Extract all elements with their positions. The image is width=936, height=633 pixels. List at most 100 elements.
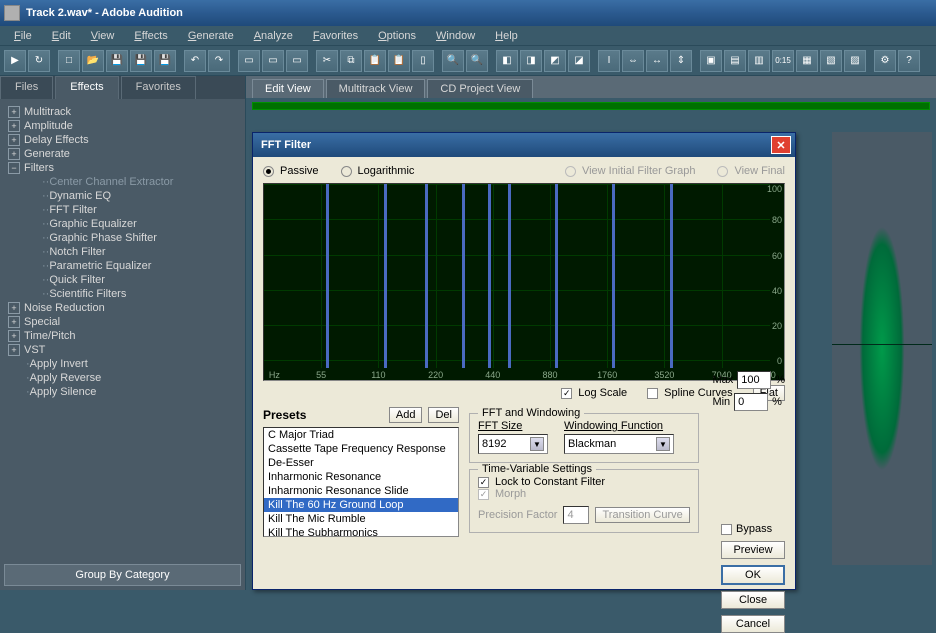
menu-file[interactable]: File [4,28,42,44]
tb-v2-icon[interactable]: ▤ [724,50,746,72]
tb-opt-icon[interactable]: ⚙ [874,50,896,72]
tab-effects[interactable]: Effects [55,76,118,99]
tb-undo-icon[interactable]: ↶ [184,50,206,72]
tree-fft-filter[interactable]: FFT Filter [4,203,241,217]
menu-analyze[interactable]: Analyze [244,28,303,44]
tree-noise-reduction[interactable]: +Noise Reduction [4,301,241,315]
waveform-display[interactable] [832,132,932,565]
menu-window[interactable]: Window [426,28,485,44]
menu-view[interactable]: View [81,28,125,44]
timeline[interactable] [252,102,930,110]
tb-v6-icon[interactable]: ▨ [844,50,866,72]
tree-multitrack[interactable]: +Multitrack [4,105,241,119]
preset-item[interactable]: Inharmonic Resonance Slide [264,484,458,498]
effects-tree[interactable]: +Multitrack +Amplitude +Delay Effects +G… [0,99,245,560]
tb-copy-icon[interactable]: ⧉ [340,50,362,72]
min-input[interactable] [734,393,768,411]
ok-button[interactable]: OK [721,565,785,585]
tb-saveas-icon[interactable]: 💾 [154,50,176,72]
tb-v4-icon[interactable]: ▦ [796,50,818,72]
tree-delay[interactable]: +Delay Effects [4,133,241,147]
preset-item[interactable]: C Major Triad [264,428,458,442]
tree-dynamic-eq[interactable]: Dynamic EQ [4,189,241,203]
preset-item[interactable]: Kill The Mic Rumble [264,512,458,526]
radio-view-initial[interactable] [565,166,576,177]
tree-quick-filter[interactable]: Quick Filter [4,273,241,287]
presets-list[interactable]: C Major Triad Cassette Tape Frequency Re… [263,427,459,537]
tb-v1-icon[interactable]: ▣ [700,50,722,72]
chk-log-scale[interactable] [561,388,572,399]
tb-sel3-icon[interactable]: ▭ [286,50,308,72]
menu-help[interactable]: Help [485,28,528,44]
max-input[interactable] [737,371,771,389]
menu-edit[interactable]: Edit [42,28,81,44]
chk-spline[interactable] [647,388,658,399]
tree-apply-invert[interactable]: Apply Invert [4,357,241,371]
menu-favorites[interactable]: Favorites [303,28,368,44]
close-icon[interactable]: ✕ [771,136,791,154]
fft-size-select[interactable]: 8192▼ [478,434,548,454]
radio-logarithmic[interactable] [341,166,352,177]
preset-item[interactable]: Kill The Subharmonics [264,526,458,537]
preview-button[interactable]: Preview [721,541,785,559]
tb-fx2-icon[interactable]: ◨ [520,50,542,72]
window-fn-select[interactable]: Blackman▼ [564,434,674,454]
tab-favorites[interactable]: Favorites [121,76,196,99]
tb-fx1-icon[interactable]: ◧ [496,50,518,72]
tb-tool4-icon[interactable]: ⇕ [670,50,692,72]
tb-tool1-icon[interactable]: I [598,50,620,72]
menu-generate[interactable]: Generate [178,28,244,44]
tb-v3-icon[interactable]: ▥ [748,50,770,72]
chk-lock[interactable] [478,477,489,488]
preset-del-button[interactable]: Del [428,407,459,423]
cancel-button[interactable]: Cancel [721,615,785,633]
radio-view-final[interactable] [717,166,728,177]
preset-item[interactable]: De-Esser [264,456,458,470]
tb-tool3-icon[interactable]: ↔ [646,50,668,72]
tb-saveall-icon[interactable]: 💾 [130,50,152,72]
tb-save-icon[interactable]: 💾 [106,50,128,72]
tree-apply-reverse[interactable]: Apply Reverse [4,371,241,385]
tree-apply-silence[interactable]: Apply Silence [4,385,241,399]
tb-zoom2-icon[interactable]: 🔍 [466,50,488,72]
fft-graph[interactable]: 100 80 60 40 20 0 Hz 55 110 220 440 880 … [263,183,785,381]
tab-edit-view[interactable]: Edit View [252,79,324,98]
preset-item[interactable]: Cassette Tape Frequency Response [264,442,458,456]
preset-item-selected[interactable]: Kill The 60 Hz Ground Loop [264,498,458,512]
tree-center-channel[interactable]: Center Channel Extractor [4,175,241,189]
radio-passive[interactable] [263,166,274,177]
tree-notch-filter[interactable]: Notch Filter [4,245,241,259]
tb-fx4-icon[interactable]: ◪ [568,50,590,72]
tree-scientific[interactable]: Scientific Filters [4,287,241,301]
tb-help-icon[interactable]: ? [898,50,920,72]
group-by-button[interactable]: Group By Category [4,564,241,586]
tb-open-icon[interactable]: 📂 [82,50,104,72]
tb-play-icon[interactable]: ▶ [4,50,26,72]
tb-paste2-icon[interactable]: 📋 [388,50,410,72]
tb-trim-icon[interactable]: ▯ [412,50,434,72]
tab-cd-view[interactable]: CD Project View [427,79,533,98]
tb-paste-icon[interactable]: 📋 [364,50,386,72]
tb-redo-icon[interactable]: ↷ [208,50,230,72]
tb-new-icon[interactable]: □ [58,50,80,72]
chk-bypass[interactable] [721,524,732,535]
tb-time-icon[interactable]: 0:15 [772,50,794,72]
tb-fx3-icon[interactable]: ◩ [544,50,566,72]
tree-special[interactable]: +Special [4,315,241,329]
tb-cut-icon[interactable]: ✂ [316,50,338,72]
preset-item[interactable]: Inharmonic Resonance [264,470,458,484]
tb-zoom1-icon[interactable]: 🔍 [442,50,464,72]
tab-files[interactable]: Files [0,76,53,99]
tb-sel1-icon[interactable]: ▭ [238,50,260,72]
tree-vst[interactable]: +VST [4,343,241,357]
menu-effects[interactable]: Effects [124,28,177,44]
menu-options[interactable]: Options [368,28,426,44]
tree-parametric-eq[interactable]: Parametric Equalizer [4,259,241,273]
tab-multitrack-view[interactable]: Multitrack View [326,79,426,98]
tree-generate[interactable]: +Generate [4,147,241,161]
tb-tool2-icon[interactable]: ⇔ [622,50,644,72]
tree-graphic-eq[interactable]: Graphic Equalizer [4,217,241,231]
tb-loop-icon[interactable]: ↻ [28,50,50,72]
tb-sel2-icon[interactable]: ▭ [262,50,284,72]
tree-amplitude[interactable]: +Amplitude [4,119,241,133]
